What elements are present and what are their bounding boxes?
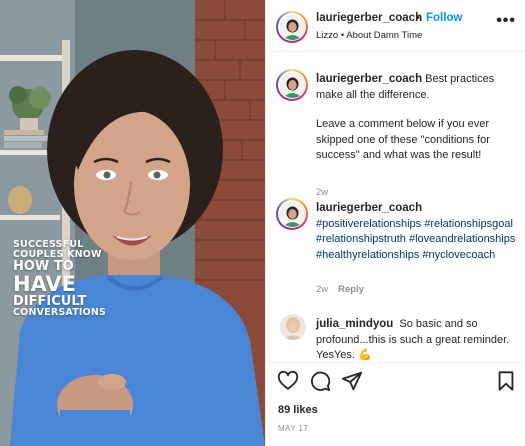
commenter-avatar[interactable] xyxy=(280,314,306,340)
author-avatar[interactable] xyxy=(276,198,308,230)
comment-icon[interactable] xyxy=(309,370,331,392)
avatar-portrait-icon xyxy=(279,14,305,40)
bookmark-icon[interactable] xyxy=(495,370,517,392)
video-frame-illustration xyxy=(0,0,265,446)
video-caption-overlay: SUCCESSFUL COUPLES KNOW HOW TO HAVE DIFF… xyxy=(13,240,133,318)
author-avatar[interactable] xyxy=(276,11,308,43)
hashtag-link[interactable]: #nyclovecoach xyxy=(422,249,495,261)
heart-icon[interactable] xyxy=(277,370,299,392)
comment-meta: 2w Reply xyxy=(316,284,364,295)
ellipsis-icon[interactable]: ••• xyxy=(496,12,516,30)
overlay-line: CONVERSATIONS xyxy=(13,307,107,319)
comment-body: lauriegerber_coach Best practices make al… xyxy=(316,71,521,164)
audio-track-link[interactable]: Lizzo • About Damn Time xyxy=(316,30,422,41)
avatar-portrait-icon xyxy=(279,201,305,227)
comment-body: lauriegerber_coach #positiverelationship… xyxy=(316,200,521,263)
post-actions-bar: 89 likes MAY 17 xyxy=(266,362,525,446)
hashtag-link[interactable]: #healthyrelationships xyxy=(316,249,419,261)
comment-text: Leave a comment below if you ever skippe… xyxy=(316,118,490,162)
avatar-portrait-icon xyxy=(280,314,306,340)
reply-button[interactable]: Reply xyxy=(338,284,364,295)
author-avatar[interactable] xyxy=(276,69,308,101)
hashtag-link[interactable]: #positiverelationships xyxy=(316,218,421,230)
post-panel: lauriegerber_coach • Follow Lizzo • Abou… xyxy=(265,0,525,446)
hashtag-link[interactable]: #loveandrelationships xyxy=(409,233,515,245)
overlay-line: HAVE xyxy=(13,271,76,296)
flexed-biceps-emoji: 💪 xyxy=(358,349,372,362)
post-media[interactable]: SUCCESSFUL COUPLES KNOW HOW TO HAVE DIFF… xyxy=(0,0,265,446)
post-date: MAY 17 xyxy=(278,424,309,433)
comment-age: 2w xyxy=(316,187,329,198)
comment-age: 2w xyxy=(316,284,329,295)
post-header: lauriegerber_coach • Follow Lizzo • Abou… xyxy=(266,0,525,52)
hashtag-link[interactable]: #relationshipsgoal xyxy=(424,218,513,230)
comment-body: julia_mindyou So basic and so profound..… xyxy=(316,316,521,362)
comments-list[interactable]: lauriegerber_coach Best practices make al… xyxy=(266,52,525,362)
comment-username-link[interactable]: lauriegerber_coach xyxy=(316,73,422,85)
separator-dot: • xyxy=(416,12,420,24)
author-username-link[interactable]: lauriegerber_coach xyxy=(316,12,422,24)
comment-username-link[interactable]: lauriegerber_coach xyxy=(316,202,422,214)
follow-button[interactable]: Follow xyxy=(426,12,462,24)
likes-count[interactable]: 89 likes xyxy=(278,404,318,416)
comment-username-link[interactable]: julia_mindyou xyxy=(316,318,393,330)
avatar-portrait-icon xyxy=(279,72,305,98)
comment-meta: 2w xyxy=(316,187,328,198)
send-icon[interactable] xyxy=(341,370,363,392)
hashtag-link[interactable]: #relationshipstruth xyxy=(316,233,406,245)
